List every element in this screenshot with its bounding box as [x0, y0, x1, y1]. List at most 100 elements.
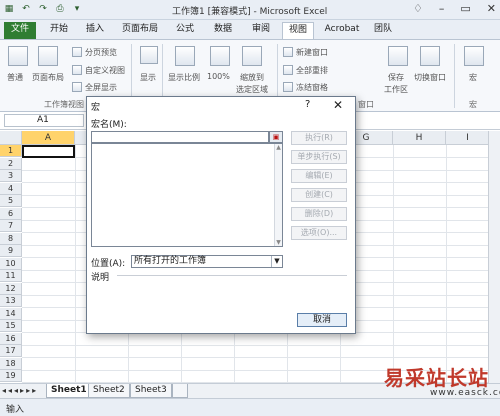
new-window-icon[interactable]: [283, 47, 293, 57]
ribbon-toggle-icon[interactable]: ♢: [413, 2, 423, 15]
run-button[interactable]: 执行(R): [291, 131, 347, 145]
zoom-icon[interactable]: [175, 46, 195, 66]
row-header[interactable]: 3: [0, 170, 22, 182]
scroll-up-icon[interactable]: ▲: [275, 144, 282, 151]
insert-sheet-icon[interactable]: [172, 384, 188, 398]
save-workspace-label[interactable]: 保存: [388, 72, 404, 83]
macros-icon[interactable]: [464, 46, 484, 66]
row-header[interactable]: 1: [0, 145, 22, 157]
macro-name-input[interactable]: [91, 131, 269, 143]
page-break-preview-icon[interactable]: [72, 47, 82, 57]
vertical-scrollbar[interactable]: [488, 131, 500, 383]
row-header[interactable]: 9: [0, 245, 22, 257]
show-label[interactable]: 显示: [140, 72, 156, 83]
help-button[interactable]: ?: [305, 99, 310, 110]
freeze-panes-icon[interactable]: [283, 82, 293, 92]
scroll-down-icon[interactable]: ▼: [275, 239, 282, 246]
switch-windows-icon[interactable]: [420, 46, 440, 66]
tab-file[interactable]: 文件: [4, 22, 36, 39]
redo-icon[interactable]: ↷: [36, 2, 50, 16]
minimize-button[interactable]: –: [439, 2, 445, 15]
sheet-tab-1[interactable]: Sheet1: [46, 384, 92, 398]
tab-team[interactable]: 团队: [368, 22, 398, 38]
range-select-icon[interactable]: ▣: [269, 131, 283, 143]
options-button[interactable]: 选项(O)...: [291, 226, 347, 240]
delete-button[interactable]: 删除(D): [291, 207, 347, 221]
views-group-label: 工作簿视图: [44, 100, 84, 109]
row-header[interactable]: 17: [0, 345, 22, 357]
print-icon[interactable]: ⎙: [53, 2, 67, 16]
tab-data[interactable]: 数据: [208, 22, 238, 38]
save-workspace-icon[interactable]: [388, 46, 408, 66]
undo-icon[interactable]: ↶: [19, 2, 33, 16]
sheet-tab-2[interactable]: Sheet2: [88, 384, 130, 398]
zoom-label[interactable]: 显示比例: [168, 72, 200, 83]
row-header[interactable]: 13: [0, 295, 22, 307]
location-select[interactable]: 所有打开的工作簿 ▼: [131, 255, 283, 268]
full-screen-label[interactable]: 全屏显示: [85, 82, 117, 93]
normal-view-label[interactable]: 普通: [7, 72, 23, 83]
gridline-horizontal: [22, 344, 488, 346]
zoom-100-label[interactable]: 100%: [207, 72, 230, 81]
row-header[interactable]: 6: [0, 207, 22, 220]
tab-page-layout[interactable]: 页面布局: [116, 22, 164, 38]
custom-view-label[interactable]: 自定义视图: [85, 65, 125, 76]
row-header[interactable]: 14: [0, 307, 22, 320]
active-cell[interactable]: [22, 145, 75, 158]
page-layout-view-icon[interactable]: [38, 46, 58, 66]
chevron-down-icon[interactable]: ▼: [271, 256, 282, 267]
row-header[interactable]: 4: [0, 182, 22, 195]
zoom-selection-label[interactable]: 缩放到: [240, 72, 264, 83]
tab-review[interactable]: 审阅: [246, 22, 276, 38]
zoom-100-icon[interactable]: [210, 46, 230, 66]
macros-label[interactable]: 宏: [469, 72, 477, 83]
column-header[interactable]: I: [446, 131, 488, 145]
sheet-nav-arrows[interactable]: ◂◂◂▸▸▸: [2, 386, 38, 395]
customize-qat-icon[interactable]: ▾: [70, 2, 84, 16]
row-header[interactable]: 8: [0, 232, 22, 245]
arrange-all-label[interactable]: 全部重排: [296, 65, 328, 76]
cancel-button[interactable]: 取消: [297, 313, 347, 327]
row-header[interactable]: 2: [0, 157, 22, 170]
zoom-selection-icon[interactable]: [242, 46, 262, 66]
custom-view-icon[interactable]: [72, 65, 82, 75]
column-header[interactable]: A: [22, 131, 75, 145]
tab-acrobat[interactable]: Acrobat: [322, 22, 362, 38]
list-scrollbar[interactable]: ▲ ▼: [274, 144, 282, 246]
sheet-tab-3[interactable]: Sheet3: [130, 384, 172, 398]
dialog-close-button[interactable]: ✕: [333, 98, 343, 112]
row-header[interactable]: 12: [0, 282, 22, 295]
column-header[interactable]: H: [393, 131, 446, 145]
switch-windows-label[interactable]: 切换窗口: [414, 72, 446, 83]
name-box[interactable]: A1: [4, 114, 84, 127]
arrange-all-icon[interactable]: [283, 65, 293, 75]
freeze-panes-label[interactable]: 冻结窗格: [296, 82, 328, 93]
normal-view-icon[interactable]: [8, 46, 28, 66]
row-header[interactable]: 16: [0, 332, 22, 345]
tab-home[interactable]: 开始: [44, 22, 74, 38]
maximize-button[interactable]: ▭: [460, 2, 470, 15]
row-header[interactable]: 19: [0, 370, 22, 382]
page-layout-view-label[interactable]: 页面布局: [32, 72, 64, 83]
row-header[interactable]: 11: [0, 270, 22, 282]
full-screen-icon[interactable]: [72, 82, 82, 92]
close-button[interactable]: ✕: [487, 2, 496, 15]
tab-formulas[interactable]: 公式: [170, 22, 200, 38]
edit-button[interactable]: 编辑(E): [291, 169, 347, 183]
select-all-corner[interactable]: [0, 131, 22, 145]
page-break-preview-label[interactable]: 分页预览: [85, 47, 117, 58]
tab-view[interactable]: 视图: [282, 22, 314, 40]
row-header[interactable]: 5: [0, 195, 22, 207]
row-header[interactable]: 7: [0, 220, 22, 232]
create-button[interactable]: 创建(C): [291, 188, 347, 202]
zoom-selection-label-2[interactable]: 选定区域: [236, 84, 268, 95]
save-workspace-label-2[interactable]: 工作区: [384, 84, 408, 95]
row-header[interactable]: 10: [0, 257, 22, 270]
macro-list[interactable]: ▲ ▼: [91, 143, 283, 247]
new-window-label[interactable]: 新建窗口: [296, 47, 328, 58]
step-into-button[interactable]: 单步执行(S): [291, 150, 347, 164]
row-header[interactable]: 15: [0, 320, 22, 332]
show-icon[interactable]: [140, 46, 158, 64]
tab-insert[interactable]: 插入: [80, 22, 110, 38]
row-header[interactable]: 18: [0, 357, 22, 370]
